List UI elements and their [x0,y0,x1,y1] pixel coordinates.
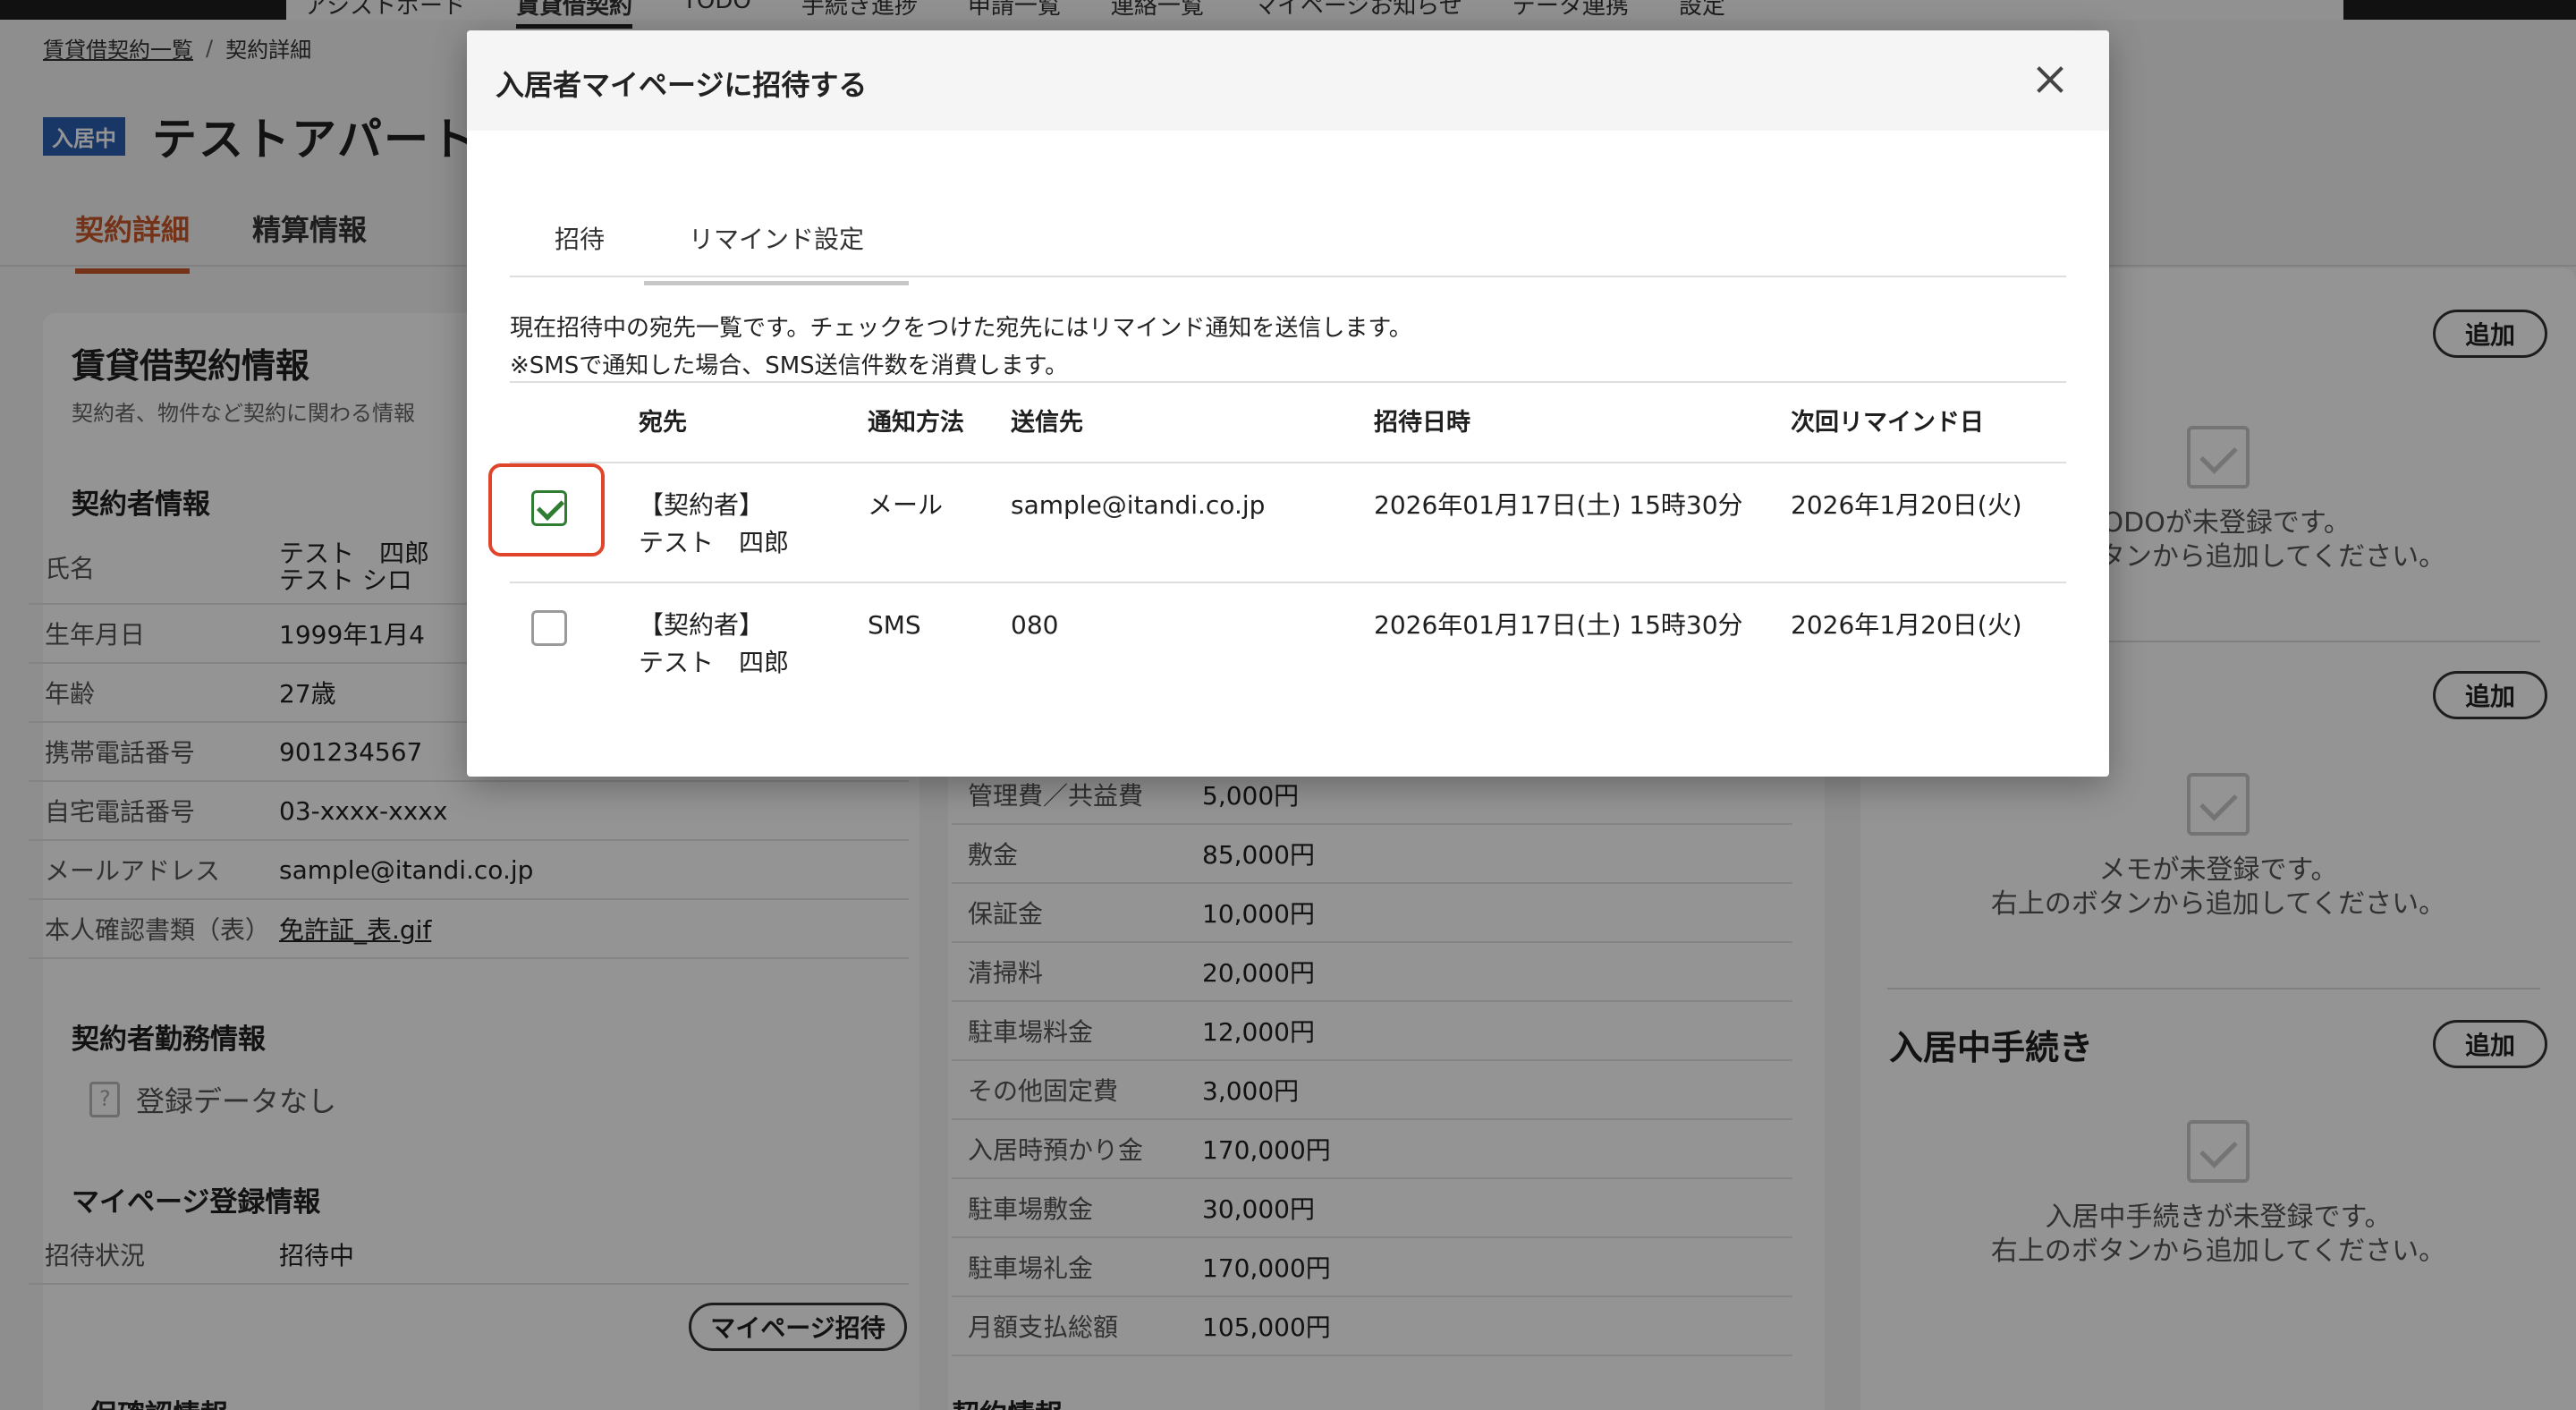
remind-table: 宛先 通知方法 送信先 招待日時 次回リマインド日 【契約者】 テスト 四郎 メー… [488,381,2066,703]
remind-checkbox-row-1[interactable] [531,490,567,526]
table-row: 【契約者】 テスト 四郎 メール sample@itandi.co.jp 2026… [488,463,2066,583]
tab-invite[interactable]: 招待 [510,220,649,281]
tab-remind-settings[interactable]: リマインド設定 [644,220,910,285]
modal-title: 入居者マイページに招待する [496,68,868,102]
remind-checkbox-row-2[interactable] [531,610,567,646]
table-header: 宛先 通知方法 送信先 招待日時 次回リマインド日 [510,381,2066,463]
modal-tabs: 招待 リマインド設定 [510,193,2066,285]
invite-modal: 入居者マイページに招待する 招待 リマインド設定 現在招待中の宛先一覧です。チェ… [467,30,2109,777]
modal-description: 現在招待中の宛先一覧です。チェックをつけた宛先にはリマインド通知を送信します。 … [510,315,1412,379]
table-row: 【契約者】 テスト 四郎 SMS 080 2026年01月17日(土) 15時30… [510,583,2066,703]
close-icon[interactable] [2032,63,2068,98]
modal-header: 入居者マイページに招待する [467,30,2109,131]
